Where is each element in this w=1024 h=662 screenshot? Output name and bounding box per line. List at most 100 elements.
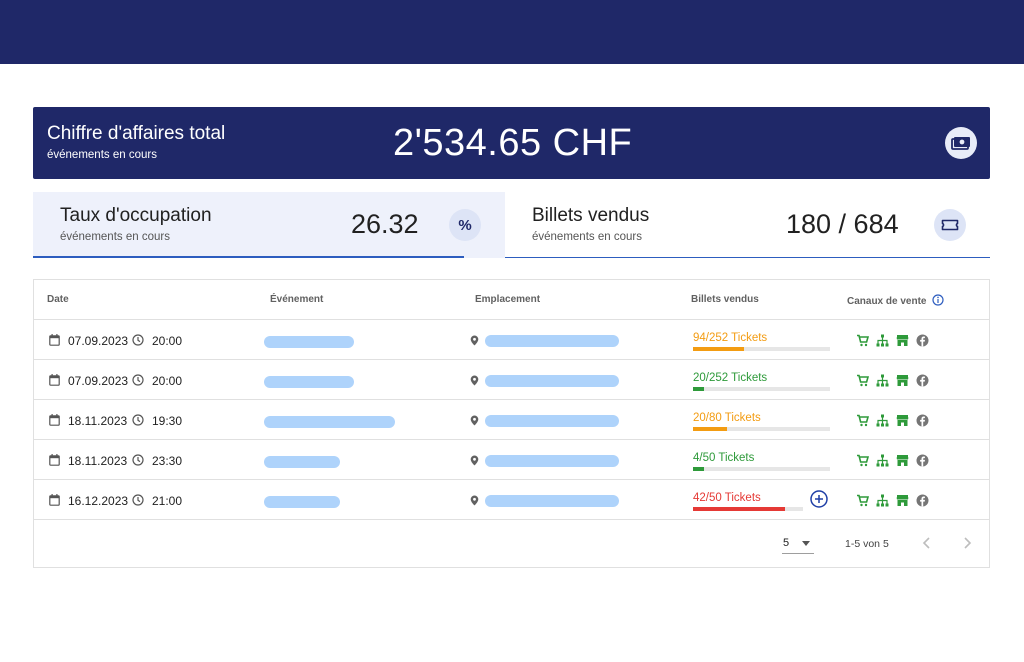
tickets-sold-label: 94/252 Tickets — [693, 332, 768, 344]
row-date: 07.09.2023 — [68, 334, 129, 348]
row-time: 21:00 — [152, 494, 183, 508]
cart-icon[interactable] — [856, 494, 870, 507]
occupancy-subtitle: événements en cours — [60, 231, 170, 243]
tickets-sold-subtitle: événements en cours — [532, 231, 642, 243]
location-pin-icon — [470, 375, 479, 386]
events-table: Date Événement Emplacement Billets vendu… — [33, 279, 990, 568]
tickets-sold-value: 180 / 684 — [786, 209, 899, 239]
occupancy-value: 26.32 — [351, 209, 419, 239]
network-icon[interactable] — [876, 414, 889, 427]
table-row[interactable]: 18.11.2023 23:30 4/50 Tickets — [34, 440, 989, 480]
network-icon[interactable] — [876, 334, 889, 347]
clock-icon — [132, 414, 144, 426]
table-pagination: 5 1-5 von 5 — [34, 520, 989, 568]
table-row[interactable]: 07.09.2023 20:00 20/252 Tickets — [34, 360, 989, 400]
clock-icon — [132, 494, 144, 506]
store-icon[interactable] — [896, 454, 909, 467]
calendar-icon — [49, 374, 60, 386]
location-pin-icon — [470, 415, 479, 426]
tickets-progress-fill — [693, 507, 786, 511]
calendar-icon — [49, 414, 60, 426]
table-row[interactable]: 18.11.2023 19:30 20/80 Tickets — [34, 400, 989, 440]
row-time: 23:30 — [152, 454, 183, 468]
facebook-icon[interactable] — [916, 454, 929, 467]
chevron-left-icon[interactable] — [920, 536, 934, 550]
info-icon[interactable] — [932, 294, 944, 306]
location-pin-icon — [470, 455, 479, 466]
tickets-progress-bar — [693, 387, 830, 391]
event-name-redacted[interactable] — [264, 416, 395, 428]
location-pin-icon — [470, 335, 479, 346]
caret-down-icon — [802, 541, 810, 546]
pagination-range: 1-5 von 5 — [845, 538, 889, 550]
rows-per-page-select[interactable]: 5 — [782, 534, 814, 554]
ticket-icon — [934, 209, 966, 241]
event-name-redacted[interactable] — [264, 336, 354, 348]
occupancy-card[interactable]: Taux d'occupation événements en cours 26… — [33, 192, 505, 258]
header-location[interactable]: Emplacement — [475, 294, 540, 305]
network-icon[interactable] — [876, 494, 889, 507]
sales-channels — [856, 454, 929, 467]
active-tab-indicator — [33, 256, 464, 258]
percent-icon: % — [449, 209, 481, 241]
clock-icon — [132, 454, 144, 466]
clock-icon — [132, 334, 144, 346]
store-icon[interactable] — [896, 414, 909, 427]
tickets-progress-bar — [693, 467, 830, 471]
tickets-sold-label: 20/80 Tickets — [693, 412, 761, 424]
facebook-icon[interactable] — [916, 334, 929, 347]
tickets-sold-label: 4/50 Tickets — [693, 452, 755, 464]
cart-icon[interactable] — [856, 414, 870, 427]
header-tickets[interactable]: Billets vendus — [691, 294, 759, 305]
network-icon[interactable] — [876, 454, 889, 467]
tickets-progress-fill — [693, 427, 728, 431]
store-icon[interactable] — [896, 334, 909, 347]
sales-channels — [856, 414, 929, 427]
network-icon[interactable] — [876, 374, 889, 387]
tickets-sold-title: Billets vendus — [532, 205, 650, 226]
chevron-right-icon[interactable] — [960, 536, 974, 550]
header-event[interactable]: Événement — [270, 294, 323, 305]
tickets-progress-fill — [693, 347, 745, 351]
calendar-icon — [49, 454, 60, 466]
revenue-card: Chiffre d'affaires total événements en c… — [33, 107, 990, 179]
table-header: Date Événement Emplacement Billets vendu… — [34, 280, 989, 320]
location-pin-icon — [470, 495, 479, 506]
tickets-sold-card[interactable]: Billets vendus événements en cours 180 /… — [505, 192, 990, 258]
event-name-redacted[interactable] — [264, 376, 354, 388]
row-time: 20:00 — [152, 374, 183, 388]
store-icon[interactable] — [896, 494, 909, 507]
rows-per-page-value: 5 — [783, 537, 790, 549]
tickets-sold-label: 42/50 Tickets — [693, 492, 761, 504]
calendar-icon — [49, 494, 60, 506]
location-name-redacted — [485, 375, 619, 387]
facebook-icon[interactable] — [916, 494, 929, 507]
row-date: 18.11.2023 — [68, 454, 128, 468]
cart-icon[interactable] — [856, 374, 870, 387]
row-date: 18.11.2023 — [68, 414, 128, 428]
facebook-icon[interactable] — [916, 414, 929, 427]
clock-icon — [132, 374, 144, 386]
revenue-title: Chiffre d'affaires total — [47, 123, 226, 144]
store-icon[interactable] — [896, 374, 909, 387]
tickets-sold-label: 20/252 Tickets — [693, 372, 768, 384]
table-row[interactable]: 16.12.2023 21:00 42/50 Tickets — [34, 480, 989, 520]
table-row[interactable]: 07.09.2023 20:00 94/252 Tickets — [34, 320, 989, 360]
tickets-progress-bar — [693, 347, 830, 351]
tickets-progress-fill — [693, 387, 704, 391]
facebook-icon[interactable] — [916, 374, 929, 387]
row-time: 20:00 — [152, 334, 183, 348]
occupancy-title: Taux d'occupation — [60, 205, 212, 226]
location-name-redacted — [485, 495, 619, 507]
add-circle-icon[interactable] — [810, 490, 828, 508]
revenue-value: 2'534.65 CHF — [393, 122, 633, 164]
calendar-icon — [49, 334, 60, 346]
row-date: 16.12.2023 — [68, 494, 129, 508]
header-channels: Canaux de vente — [847, 294, 944, 307]
event-name-redacted[interactable] — [264, 456, 340, 468]
cart-icon[interactable] — [856, 454, 870, 467]
event-name-redacted[interactable] — [264, 496, 340, 508]
row-time: 19:30 — [152, 414, 183, 428]
header-date[interactable]: Date — [47, 294, 69, 305]
cart-icon[interactable] — [856, 334, 870, 347]
